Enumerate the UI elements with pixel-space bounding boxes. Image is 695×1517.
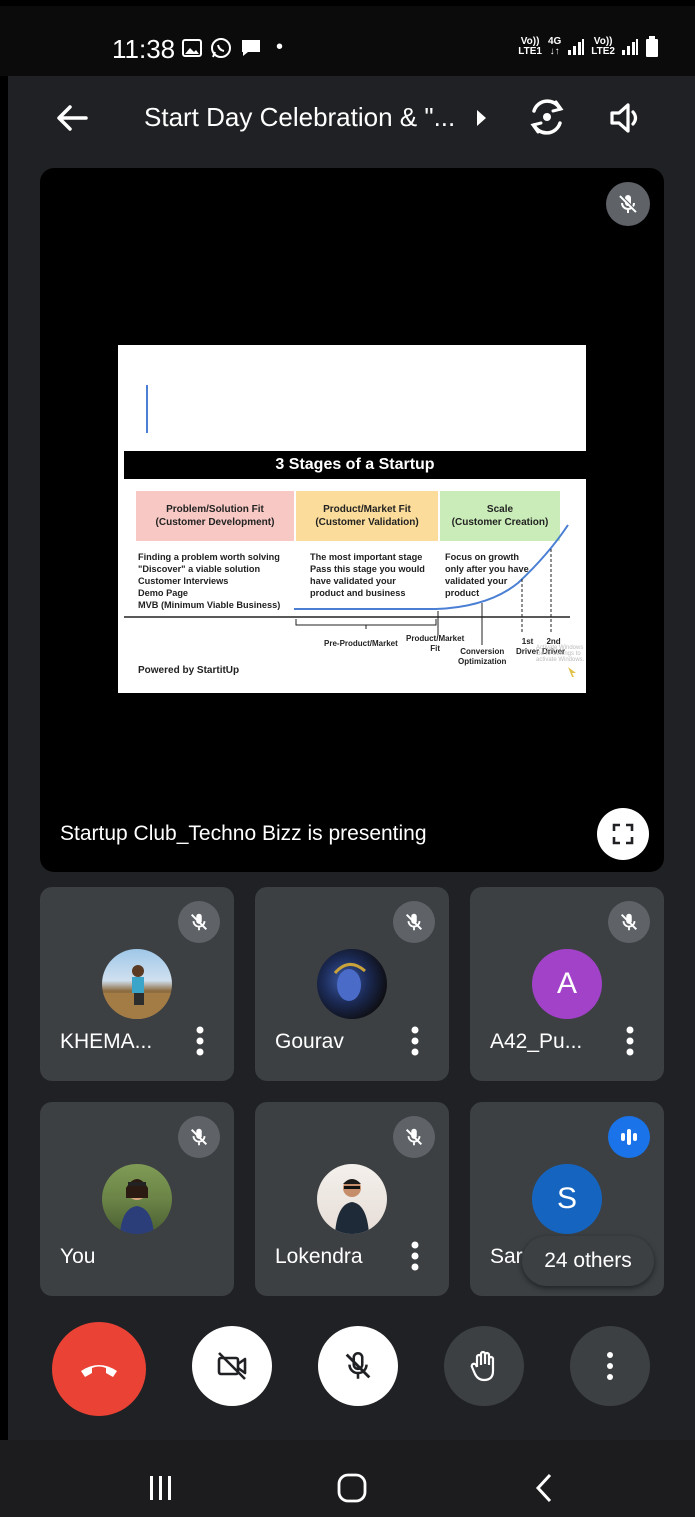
camera-toggle-button[interactable] — [192, 1326, 272, 1406]
camera-off-icon — [217, 1352, 247, 1380]
fullscreen-icon — [612, 823, 634, 845]
participant-tile-a42[interactable]: A A42_Pu... — [470, 887, 664, 1081]
nav-back-icon[interactable] — [534, 1472, 554, 1504]
avatar-letter-s: S — [532, 1164, 602, 1234]
avatar-photo-you — [102, 1164, 172, 1234]
android-nav-bar — [0, 1440, 695, 1517]
network-4g-indicator: 4G ↓↑ — [547, 36, 562, 57]
chevron-right-icon[interactable] — [474, 108, 488, 128]
meeting-title[interactable]: Start Day Celebration & "... — [144, 102, 455, 133]
more-options-icon[interactable] — [624, 1025, 636, 1057]
presenting-caption: Startup Club_Techno Bizz is presenting — [60, 822, 427, 845]
participant-tile-lokendra[interactable]: Lokendra — [255, 1102, 449, 1296]
lte1-indicator: Vo)) LTE1 — [518, 36, 542, 57]
mic-off-icon — [178, 1116, 220, 1158]
recent-apps-icon[interactable] — [147, 1474, 175, 1502]
status-bar: 11:38 • Vo)) LTE1 4G ↓↑ Vo)) LTE2 — [0, 6, 695, 76]
fullscreen-button[interactable] — [597, 808, 649, 860]
speaking-indicator-icon — [608, 1116, 650, 1158]
mic-off-icon — [178, 901, 220, 943]
participant-name: You — [60, 1245, 96, 1268]
mic-off-icon — [608, 901, 650, 943]
end-call-button[interactable] — [52, 1322, 146, 1416]
slide-title: 3 Stages of a Startup — [124, 451, 586, 479]
status-dot: • — [276, 36, 284, 58]
growth-curve — [294, 524, 569, 610]
status-time: 11:38 — [112, 34, 176, 64]
avatar-letter-a: A — [532, 949, 602, 1019]
participant-tile-gourav[interactable]: Gourav — [255, 887, 449, 1081]
mic-off-icon — [393, 1116, 435, 1158]
mic-off-icon — [393, 901, 435, 943]
label-pre-product-market: Pre-Product/Market — [324, 639, 398, 648]
meeting-top-bar: Start Day Celebration & "... — [0, 76, 695, 166]
speaker-icon[interactable] — [606, 98, 646, 138]
participant-name: Sar — [490, 1245, 523, 1268]
more-options-icon[interactable] — [409, 1025, 421, 1057]
participant-tile-khema[interactable]: KHEMA... — [40, 887, 234, 1081]
gallery-icon — [182, 38, 202, 57]
slide-powered-by: Powered by StartitUp — [138, 665, 240, 676]
activate-windows-watermark: Activate Windows Go to Settings to activ… — [536, 645, 585, 663]
switch-camera-icon[interactable] — [526, 96, 568, 138]
mic-off-icon — [345, 1351, 371, 1379]
status-notification-icons: • — [182, 36, 283, 59]
avatar-photo-gourav — [317, 949, 387, 1019]
raise-hand-button[interactable] — [444, 1326, 524, 1406]
participant-name: KHEMA... — [60, 1030, 153, 1053]
raise-hand-icon — [470, 1350, 495, 1382]
call-controls — [0, 1322, 695, 1418]
participant-tile-you[interactable]: You — [40, 1102, 234, 1296]
participant-name: A42_Pu... — [490, 1030, 583, 1053]
signal-icon — [568, 39, 585, 55]
avatar-photo-khema — [102, 949, 172, 1019]
participant-name: Gourav — [275, 1030, 344, 1053]
message-icon — [242, 39, 260, 56]
label-conversion: Conversion Optimization — [458, 647, 507, 666]
battery-icon — [646, 36, 658, 57]
mouse-pointer-icon — [568, 667, 576, 677]
presenter-mic-off-icon — [606, 182, 650, 226]
more-controls-button[interactable] — [570, 1326, 650, 1406]
more-options-icon[interactable] — [194, 1025, 206, 1057]
label-product-market-fit: Product/Market Fit — [406, 634, 465, 653]
shared-slide: 3 Stages of a Startup Problem/Solution F… — [118, 345, 586, 693]
lte2-indicator: Vo)) LTE2 — [591, 36, 615, 57]
more-options-icon[interactable] — [409, 1240, 421, 1272]
status-system-icons: Vo)) LTE1 4G ↓↑ Vo)) LTE2 — [518, 36, 659, 58]
presentation-tile[interactable]: 3 Stages of a Startup Problem/Solution F… — [40, 168, 664, 872]
more-options-icon — [607, 1352, 613, 1380]
microphone-toggle-button[interactable] — [318, 1326, 398, 1406]
pre-market-bracket — [295, 619, 437, 629]
others-count-chip[interactable]: 24 others — [522, 1236, 654, 1286]
signal-icon-2 — [622, 39, 638, 55]
end-call-icon — [81, 1365, 117, 1377]
participant-name: Lokendra — [275, 1245, 363, 1268]
back-arrow-icon[interactable] — [50, 96, 94, 140]
whatsapp-icon — [211, 37, 231, 58]
home-icon[interactable] — [336, 1472, 368, 1504]
slide-text-cursor — [146, 385, 148, 433]
avatar-photo-lokendra — [317, 1164, 387, 1234]
